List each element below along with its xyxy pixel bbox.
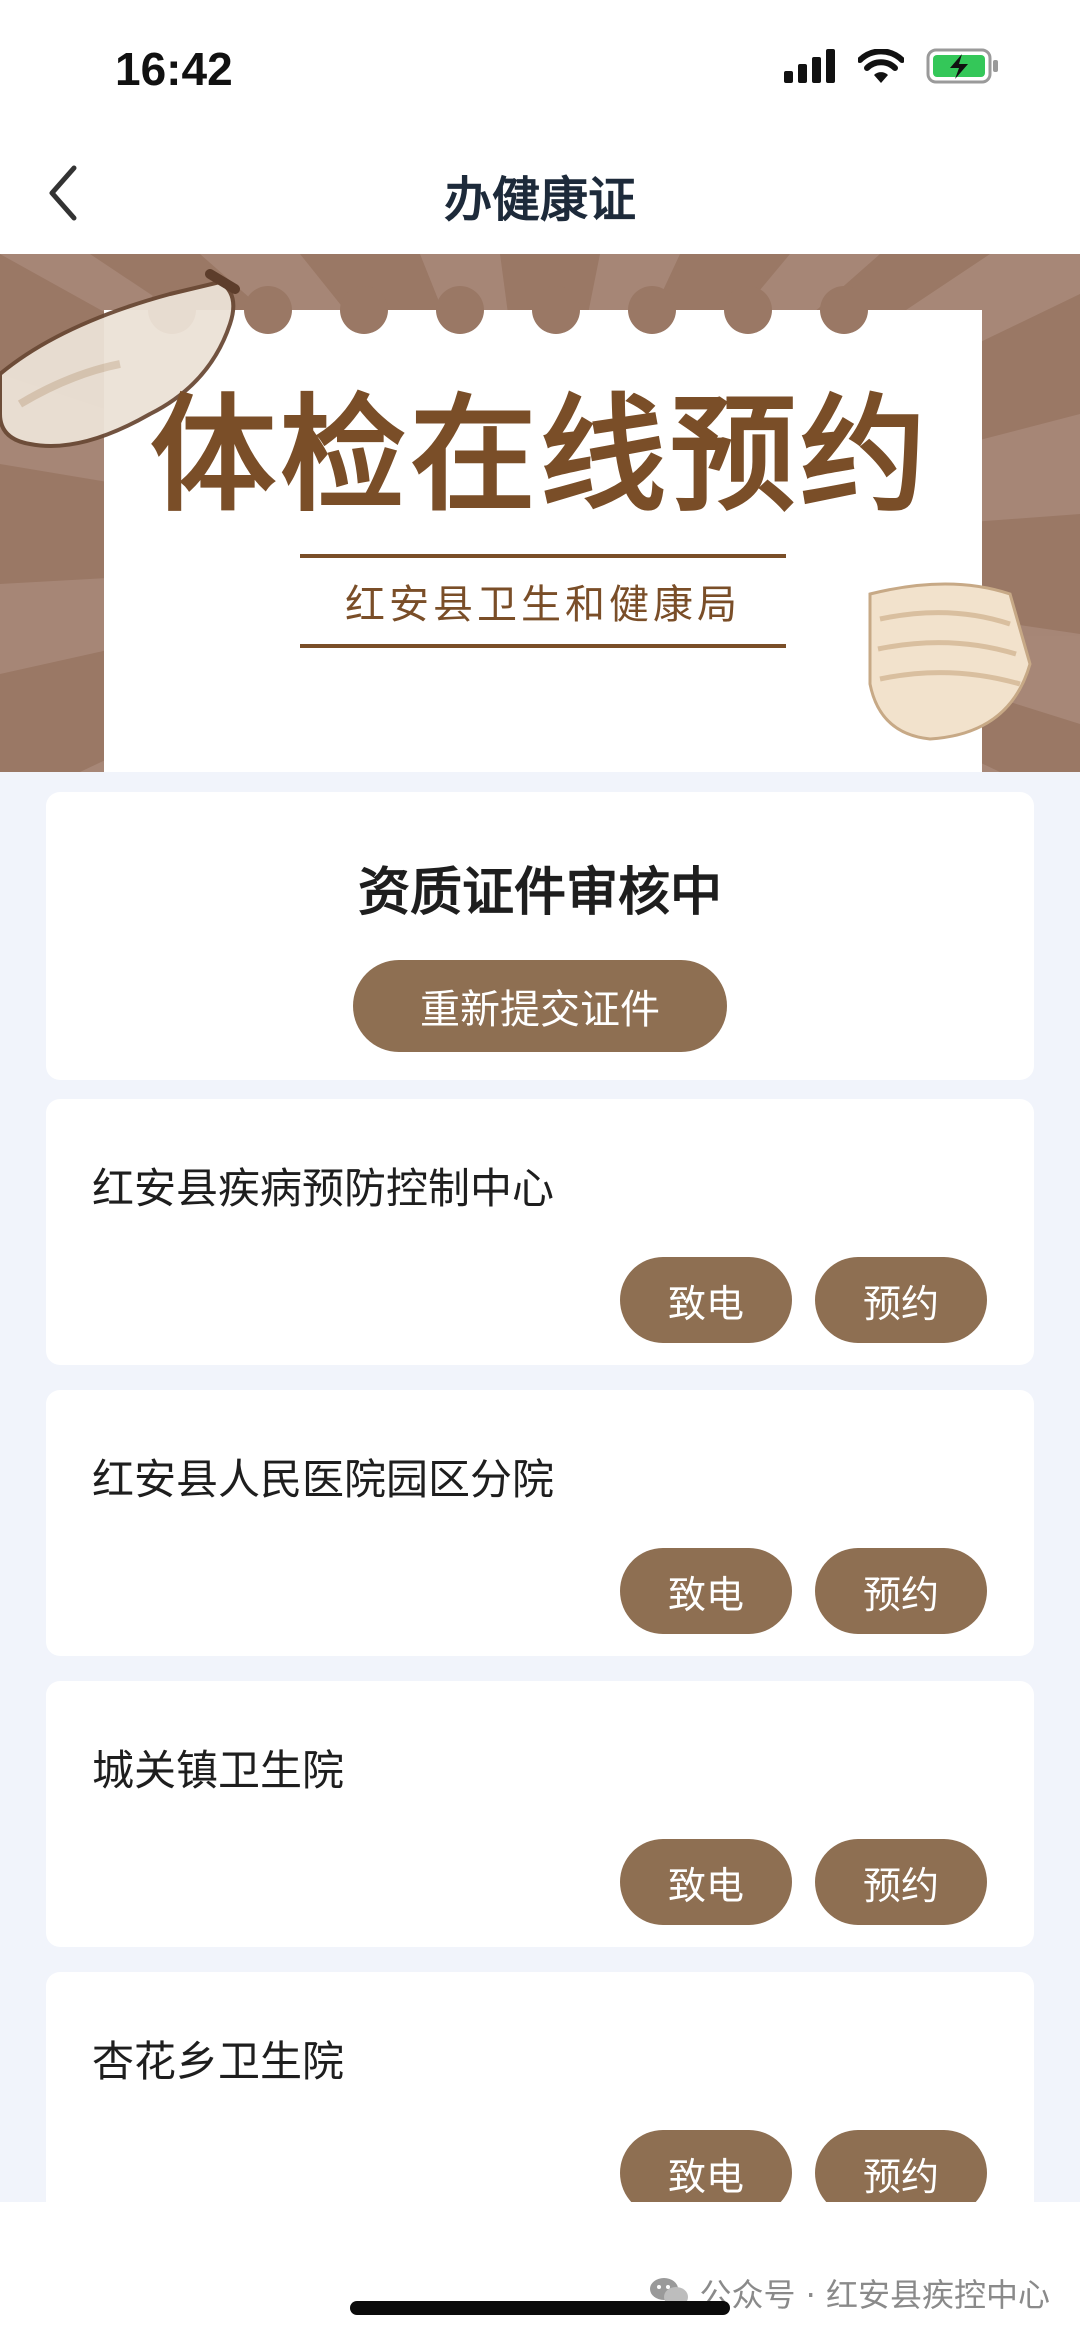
battery-charging-icon xyxy=(926,48,998,84)
banner-headline: 体检在线预约 xyxy=(150,382,930,529)
book-button[interactable]: 预约 xyxy=(815,1548,987,1634)
status-icons xyxy=(784,48,1000,84)
hospital-name: 城关镇卫生院 xyxy=(92,1746,345,1795)
hospital-card: 红安县人民医院园区分院 致电 预约 xyxy=(46,1390,1034,1656)
resubmit-documents-button[interactable]: 重新提交证件 xyxy=(353,960,727,1052)
book-button[interactable]: 预约 xyxy=(815,2130,987,2202)
status-bar: 16:42 xyxy=(0,0,1080,130)
hospital-card: 杏花乡卫生院 致电 预约 xyxy=(46,1972,1034,2202)
hospital-name: 红安县疾病预防控制中心 xyxy=(92,1164,555,1213)
hospital-card: 红安县疾病预防控制中心 致电 预约 xyxy=(46,1099,1034,1365)
review-status-card: 资质证件审核中 重新提交证件 xyxy=(46,792,1034,1080)
hospital-card: 城关镇卫生院 致电 预约 xyxy=(46,1681,1034,1947)
bottom-bar: 公众号 · 红安县疾控中心 xyxy=(0,2202,1080,2337)
book-button[interactable]: 预约 xyxy=(815,1257,987,1343)
status-time: 16:42 xyxy=(115,43,233,95)
call-button[interactable]: 致电 xyxy=(620,1839,792,1925)
promo-banner: 体检在线预约 红安县卫生和健康局 xyxy=(0,254,1080,772)
call-button[interactable]: 致电 xyxy=(620,1548,792,1634)
home-indicator[interactable] xyxy=(350,2301,730,2315)
signal-icon xyxy=(784,49,835,83)
hospital-name: 杏花乡卫生院 xyxy=(92,2037,345,2086)
content-area: 资质证件审核中 重新提交证件 红安县疾病预防控制中心 致电 预约 红安县人民医院… xyxy=(0,772,1080,2202)
hospital-name: 红安县人民医院园区分院 xyxy=(92,1455,555,1504)
call-button[interactable]: 致电 xyxy=(620,2130,792,2202)
nav-bar: 办健康证 xyxy=(0,130,1080,254)
page-title: 办健康证 xyxy=(443,172,636,228)
review-status-text: 资质证件审核中 xyxy=(357,863,722,923)
wifi-icon xyxy=(858,49,904,83)
watermark-text: 公众号 · 红安县疾控中心 xyxy=(699,2276,1050,2314)
book-button[interactable]: 预约 xyxy=(815,1839,987,1925)
call-button[interactable]: 致电 xyxy=(620,1257,792,1343)
banner-subtitle: 红安县卫生和健康局 xyxy=(345,582,741,628)
